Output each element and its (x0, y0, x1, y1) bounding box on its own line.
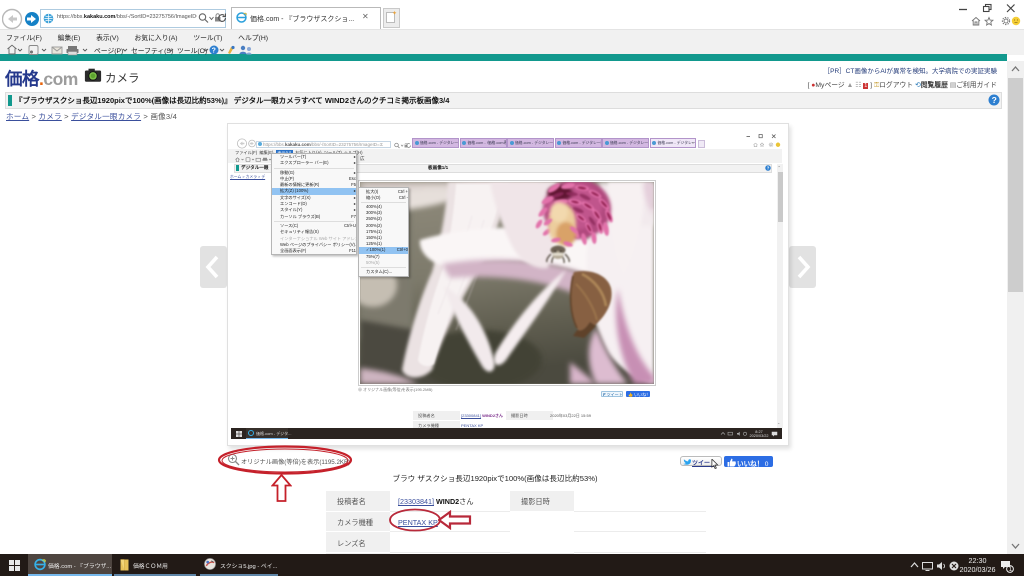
svg-text:セーフティ(S): セーフティ(S) (131, 47, 173, 55)
svg-text:ページ(P): ページ(P) (94, 47, 123, 55)
svg-text:?: ? (992, 95, 997, 105)
svg-text:?: ? (212, 48, 216, 55)
svg-text:?: ? (767, 165, 770, 170)
svg-text:ツール(O): ツール(O) (177, 48, 207, 55)
